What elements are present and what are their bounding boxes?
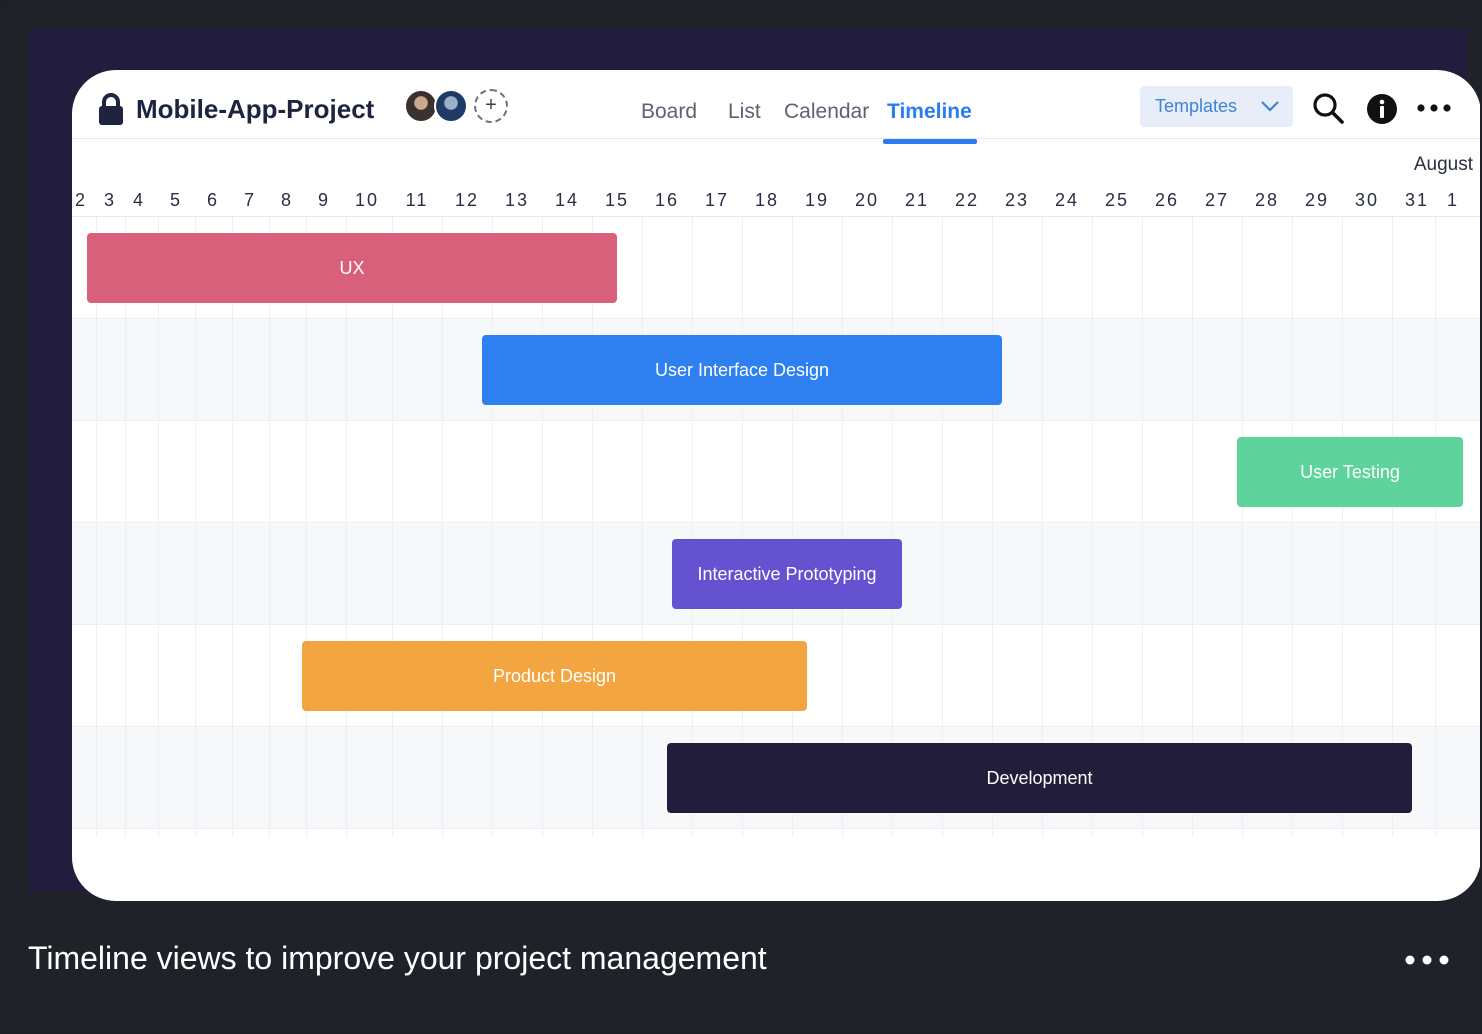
day-label: 23 [1004,190,1030,210]
chevron-down-icon [1261,101,1279,112]
app-window: Mobile-App-Project + Board List Calendar… [72,70,1480,901]
tab-calendar[interactable]: Calendar [784,100,869,124]
day-label: 20 [854,190,880,210]
grid-line [346,217,347,837]
day-label: 8 [280,190,294,210]
task-label: UX [339,257,365,278]
lock-icon [99,93,123,125]
search-icon[interactable] [1312,92,1344,124]
grid-line [442,217,443,837]
day-label: 14 [554,190,580,210]
task-bar[interactable]: Development [667,743,1412,813]
timeline-grid: UX User Interface Design User Testing Inter… [72,217,1480,837]
grid-line [306,217,307,837]
task-label: Interactive Prototyping [697,563,877,584]
preview-card[interactable]: Mobile-App-Project + Board List Calendar… [2,2,1480,1032]
day-label: 3 [103,190,117,210]
add-member-button[interactable]: + [474,89,508,123]
templates-label: Templates [1155,96,1238,116]
day-label: 9 [317,190,331,210]
task-bar[interactable]: UX [87,233,617,303]
day-label: 16 [654,190,680,210]
day-label: 7 [243,190,257,210]
day-label: 22 [954,190,980,210]
more-icon[interactable] [1404,952,1450,968]
grid-line [232,217,233,837]
top-bar: Mobile-App-Project + Board List Calendar… [72,70,1480,144]
task-label: Product Design [492,665,617,686]
task-label: User Testing [1300,461,1400,482]
day-label: 2 [74,190,88,210]
day-label: 1 [1446,190,1460,210]
grid-line [125,217,126,837]
task-bar[interactable]: User Interface Design [482,335,1002,405]
active-tab-indicator [883,139,977,144]
tab-timeline[interactable]: Timeline [887,100,972,124]
day-label: 26 [1154,190,1180,210]
templates-dropdown[interactable]: Templates [1140,86,1293,127]
day-label: 31 [1404,190,1430,210]
grid-line [542,217,543,837]
task-bar[interactable]: Interactive Prototyping [672,539,902,609]
grid-line [492,217,493,837]
day-label: 15 [604,190,630,210]
day-label: 30 [1354,190,1380,210]
month-label: August [1413,154,1473,175]
tab-board[interactable]: Board [641,100,697,124]
grid-line [1435,217,1436,837]
grid-line [392,217,393,837]
avatar[interactable] [404,89,438,123]
task-label: User Interface Design [654,359,830,380]
grid-line [96,217,97,837]
day-label: 24 [1054,190,1080,210]
tab-list[interactable]: List [728,100,761,124]
day-label: 11 [405,190,429,210]
day-label: 6 [206,190,220,210]
day-label: 25 [1104,190,1130,210]
day-label: 12 [454,190,480,210]
day-label: 27 [1204,190,1230,210]
day-label: 10 [354,190,380,210]
grid-line [642,217,643,837]
day-label: 29 [1304,190,1330,210]
avatar[interactable] [434,89,468,123]
day-label: 4 [132,190,146,210]
task-bar[interactable]: Product Design [302,641,807,711]
preview-image: Mobile-App-Project + Board List Calendar… [28,28,1480,901]
day-label: 17 [704,190,730,210]
task-label: Development [986,767,1093,788]
day-label: 13 [504,190,530,210]
grid-line [195,217,196,837]
grid-line [592,217,593,837]
info-icon[interactable] [1366,93,1398,125]
grid-line [269,217,270,837]
grid-line [158,217,159,837]
day-label: 21 [904,190,930,210]
day-label: 5 [169,190,183,210]
day-label: 28 [1254,190,1280,210]
project-title[interactable]: Mobile-App-Project [136,94,374,125]
card-caption: Timeline views to improve your project m… [28,940,767,976]
day-label: 19 [804,190,830,210]
day-label: 18 [754,190,780,210]
more-icon[interactable] [1416,102,1452,114]
task-bar[interactable]: User Testing [1237,437,1463,507]
